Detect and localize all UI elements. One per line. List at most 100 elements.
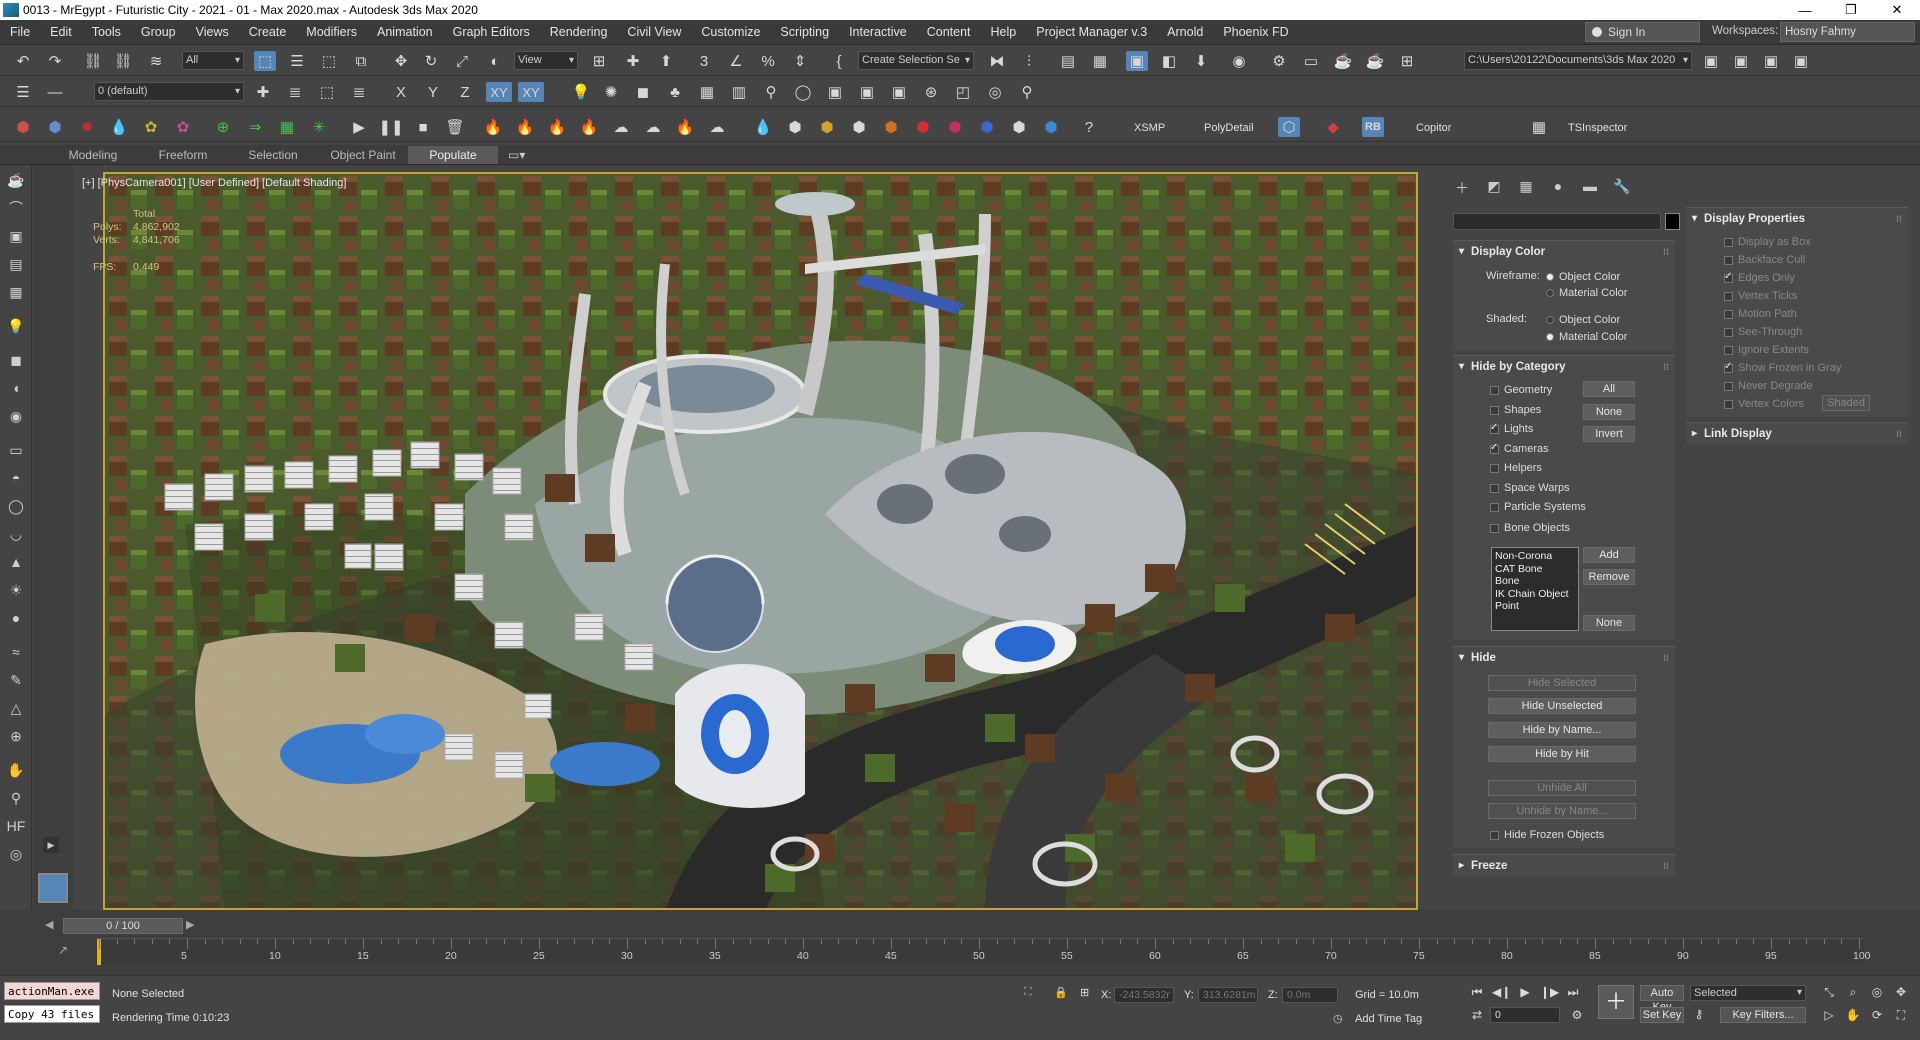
bulb-tool-icon[interactable]: 💡 [4, 315, 28, 337]
mirror-icon[interactable]: ⧓ [986, 51, 1008, 71]
network-icon[interactable]: ⊛ [920, 82, 942, 102]
hide-helpers-checkbox[interactable]: Helpers [1490, 462, 1542, 474]
table-icon[interactable]: ▦ [696, 82, 718, 102]
timeline-ruler[interactable]: 5 10 15 20 25 30 35 40 45 50 55 60 65 70 75 80 85 90 95 100 [95, 938, 1871, 965]
render-setup-icon[interactable]: ⚙ [1268, 51, 1290, 71]
display-properties-header[interactable]: Display Properties [1686, 208, 1908, 230]
motion-path-checkbox[interactable]: Motion Path [1724, 308, 1797, 320]
lock-selection-icon[interactable]: 🔒 [1054, 986, 1068, 999]
rendered-frame-icon[interactable]: ▭ [1300, 51, 1322, 71]
render-production-icon[interactable]: ☕ [1332, 51, 1354, 71]
menu-rendering[interactable]: Rendering [540, 25, 618, 39]
orbit-icon[interactable]: ◎ [1868, 985, 1886, 1001]
go-to-end-icon[interactable]: ⏭ [1564, 985, 1582, 1001]
phoenix-3-icon[interactable]: ⬢ [816, 117, 838, 137]
menu-civil-view[interactable]: Civil View [617, 25, 691, 39]
cube-plugin-icon[interactable]: ⬡ [1278, 117, 1300, 137]
axis-xy-button[interactable]: XY [486, 82, 512, 102]
eye-icon[interactable]: ◎ [984, 82, 1006, 102]
display-color-header[interactable]: Display Color [1453, 241, 1675, 263]
workspace-select[interactable]: Hosny Fahmy [1780, 22, 1915, 42]
reference-coord-select[interactable]: View [514, 51, 578, 70]
walkthrough-icon[interactable]: ✋ [1844, 1008, 1862, 1024]
redo-icon[interactable]: ↷ [44, 51, 66, 71]
primitive-red-icon[interactable]: ⬢ [12, 117, 34, 137]
menu-content[interactable]: Content [917, 25, 981, 39]
hide-space-warps-checkbox[interactable]: Space Warps [1490, 482, 1570, 494]
key-set-select[interactable]: Selected [1690, 985, 1806, 1001]
list-item[interactable]: Bone [1495, 575, 1575, 588]
vertex-colors-checkbox[interactable]: Vertex Colors [1724, 398, 1804, 410]
unlink-icon[interactable]: ⛓ [112, 51, 134, 71]
key-filters-button[interactable]: Key Filters... [1720, 1007, 1806, 1023]
layer-props-icon[interactable]: ≣ [348, 82, 370, 102]
wireframe-material-color-radio[interactable]: Material Color [1546, 287, 1627, 299]
paint-icon[interactable]: ✎ [4, 669, 28, 691]
green-star-icon[interactable]: ✳ [308, 117, 330, 137]
time-config-icon[interactable]: ⚙ [1568, 1008, 1586, 1024]
hide-unselected-button[interactable]: Hide Unselected [1488, 698, 1636, 714]
pyramid-icon[interactable]: △ [4, 697, 28, 719]
fire-1-icon[interactable]: 🔥 [482, 117, 504, 137]
time-next-icon[interactable]: ▶ [186, 918, 194, 931]
disc-icon[interactable]: ● [4, 607, 28, 629]
green-arrow-icon[interactable]: ⇒ [244, 117, 266, 137]
align-icon[interactable]: ⫶ [1018, 51, 1040, 71]
phoenix-6-icon[interactable]: ⬢ [912, 117, 934, 137]
maxscript-mini-input[interactable]: Copy 43 files [4, 1005, 100, 1023]
link-display-header[interactable]: Link Display [1686, 423, 1908, 445]
copitor-button[interactable]: Copitor [1416, 122, 1451, 134]
phoenix-9-icon[interactable]: ⬢ [1008, 117, 1030, 137]
phoenix-2-icon[interactable]: ⬢ [784, 117, 806, 137]
axis-z-button[interactable]: Z [454, 82, 476, 102]
curve-editor-icon[interactable]: ◧ [1158, 51, 1180, 71]
project-open-icon[interactable]: ▣ [1730, 51, 1752, 71]
backface-cull-checkbox[interactable]: Backface Cull [1724, 254, 1805, 266]
play-animation-icon[interactable]: ▶ [1516, 985, 1534, 1001]
pause-icon[interactable]: ❚❚ [378, 117, 403, 137]
xsmp-button[interactable]: XSMP [1134, 122, 1165, 134]
bowl-icon[interactable]: ◡ [4, 523, 28, 545]
menu-create[interactable]: Create [239, 25, 297, 39]
snaps-toggle-icon[interactable]: 3 [693, 51, 715, 71]
project-folder-icon[interactable]: ▣ [1700, 51, 1722, 71]
menu-file[interactable]: File [0, 25, 40, 39]
category-none-button[interactable]: None [1583, 404, 1635, 420]
light-icon[interactable]: 💡 [570, 82, 592, 102]
maxscript-listener-output[interactable]: actionMan.exe [4, 982, 100, 1000]
tree-icon[interactable]: ♣ [664, 82, 686, 102]
ribbon-toggle-icon[interactable]: ▣ [1126, 51, 1148, 71]
render-iterative-icon[interactable]: ☕ [1364, 51, 1386, 71]
pan-icon[interactable]: ✥ [1892, 985, 1910, 1001]
unhide-by-name-button[interactable]: Unhide by Name... [1488, 803, 1636, 819]
hide-layer-icon[interactable]: — [44, 82, 66, 102]
orbit-subobject-icon[interactable]: ⟳ [1868, 1008, 1886, 1024]
maximize-viewport-icon[interactable]: ⛶ [1892, 1008, 1910, 1024]
shaded-object-color-radio[interactable]: Object Color [1546, 314, 1620, 326]
field-of-view-icon[interactable]: ▷ [1820, 1008, 1838, 1024]
z-coordinate-field[interactable]: 0.0m [1282, 987, 1338, 1003]
layer-explorer-icon[interactable]: ▦ [1089, 51, 1111, 71]
help-icon[interactable]: ? [1078, 117, 1100, 137]
hide-cameras-checkbox[interactable]: Cameras [1490, 442, 1549, 455]
fire-4-icon[interactable]: 🔥 [578, 117, 600, 137]
menu-interactive[interactable]: Interactive [839, 25, 917, 39]
tab-modeling[interactable]: Modeling [48, 146, 138, 164]
filter-none-button[interactable]: None [1583, 615, 1635, 631]
select-manipulate-icon[interactable]: ✚ [622, 51, 644, 71]
frame-alt-icon[interactable]: ▣ [888, 82, 910, 102]
hide-by-name-button[interactable]: Hide by Name... [1488, 722, 1636, 738]
minimize-icon[interactable]: — [1782, 0, 1828, 20]
selection-filter-select[interactable]: All [182, 51, 244, 70]
crop-icon[interactable]: ◰ [952, 82, 974, 102]
render-cloud-icon[interactable]: ⊞ [1396, 51, 1418, 71]
undo-icon[interactable]: ↶ [12, 51, 34, 71]
isolate-icon[interactable]: ⛶ [1024, 986, 1032, 999]
bind-spacewarp-icon[interactable]: ≋ [145, 51, 167, 71]
keyboard-shortcut-icon[interactable]: ⬆ [655, 51, 677, 71]
vertex-ticks-checkbox[interactable]: Vertex Ticks [1724, 290, 1797, 302]
restore-icon[interactable]: ❐ [1828, 0, 1874, 20]
add-to-layer-icon[interactable]: ≣ [284, 82, 306, 102]
play-icon[interactable]: ▶ [348, 117, 370, 137]
fire-red-icon[interactable]: ✹ [76, 117, 98, 137]
